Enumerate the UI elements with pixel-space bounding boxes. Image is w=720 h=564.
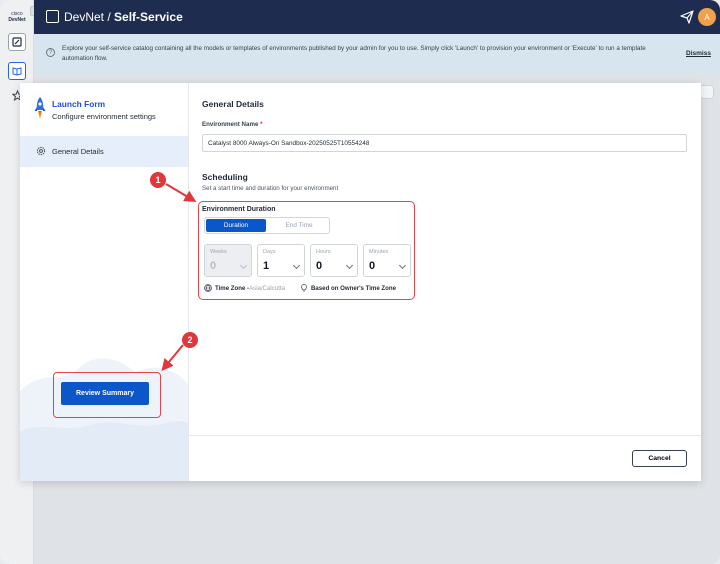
- days-label: Days: [263, 249, 276, 255]
- nav-item-label: General Details: [52, 147, 104, 156]
- weeks-select: Weeks 0: [204, 244, 252, 277]
- book-icon: [12, 67, 22, 76]
- modal-sidebar: Launch Form Configure environment settin…: [20, 83, 189, 481]
- cancel-button[interactable]: Cancel: [632, 450, 687, 467]
- env-name-input[interactable]: Catalyst 8000 Always-On Sandbox-20250525…: [202, 134, 687, 152]
- launch-form-subtitle: Configure environment settings: [52, 112, 156, 121]
- general-details-heading: General Details: [202, 99, 264, 109]
- duration-toggle: Duration End Time: [204, 217, 330, 234]
- lightbulb-icon: [301, 284, 307, 292]
- owner-timezone-text: Based on Owner's Time Zone: [311, 284, 396, 292]
- launch-form-title: Launch Form: [52, 99, 106, 109]
- required-mark: *: [260, 121, 263, 128]
- hours-label: Hours: [316, 249, 331, 255]
- review-summary-button[interactable]: Review Summary: [61, 382, 149, 405]
- globe-icon: [204, 284, 212, 292]
- tab-duration[interactable]: Duration: [206, 219, 266, 232]
- rail-book-button[interactable]: [8, 62, 26, 80]
- rail-catalog-button[interactable]: [8, 33, 26, 51]
- title-separator: /: [104, 10, 115, 24]
- annotation-marker-2: 2: [182, 332, 198, 348]
- days-value: 1: [263, 260, 270, 272]
- chevron-down-icon: [239, 261, 248, 270]
- page-title: DevNet / Self-Service: [64, 10, 183, 24]
- modal-main: General Details Environment Name * Catal…: [189, 83, 701, 481]
- minutes-select[interactable]: Minutes 0: [363, 244, 411, 277]
- top-header: DevNet / Self-Service A: [34, 0, 720, 34]
- minutes-value: 0: [369, 260, 376, 272]
- timezone-value: Asia/Calcutta: [249, 284, 285, 292]
- dismiss-link[interactable]: Dismiss: [686, 50, 711, 57]
- hours-value: 0: [316, 260, 323, 272]
- logo-bottom-text: DevNet: [8, 17, 26, 23]
- app-frame: cisco DevNet DevNet / Self-Service A ? E…: [0, 0, 720, 564]
- title-app: DevNet: [64, 10, 105, 24]
- days-select[interactable]: Days 1: [257, 244, 305, 277]
- duration-heading: Environment Duration: [202, 206, 276, 213]
- timezone-label: Time Zone -: [215, 284, 250, 292]
- catalog-icon: [12, 37, 22, 47]
- info-banner: ? Explore your self-service catalog cont…: [34, 34, 720, 74]
- help-icon: ?: [46, 48, 55, 57]
- hours-select[interactable]: Hours 0: [310, 244, 358, 277]
- rocket-icon: [34, 97, 46, 119]
- scheduling-description: Set a start time and duration for your e…: [202, 185, 339, 192]
- user-avatar[interactable]: A: [698, 8, 716, 26]
- devnet-logo: cisco DevNet: [4, 6, 30, 28]
- footer-divider: [189, 435, 701, 436]
- weeks-label: Weeks: [210, 249, 227, 255]
- weeks-value: 0: [210, 260, 217, 272]
- timezone-info: Time Zone - Asia/Calcutta: [204, 284, 285, 292]
- tab-end-time[interactable]: End Time: [269, 219, 329, 232]
- banner-text: Explore your self-service catalog contai…: [62, 45, 646, 62]
- env-name-label: Environment Name *: [202, 121, 263, 128]
- background-dropdown: [700, 85, 714, 99]
- launch-form-modal: Launch Form Configure environment settin…: [20, 83, 701, 481]
- chevron-down-icon: [292, 261, 301, 270]
- env-name-label-text: Environment Name: [202, 121, 259, 128]
- title-section: Self-Service: [114, 10, 183, 24]
- send-icon[interactable]: [680, 10, 694, 24]
- owner-timezone-note: Based on Owner's Time Zone: [301, 284, 396, 292]
- app-icon: [46, 10, 59, 23]
- minutes-label: Minutes: [369, 249, 389, 255]
- scheduling-heading: Scheduling: [202, 172, 248, 182]
- gear-icon: [36, 146, 46, 156]
- annotation-marker-1: 1: [150, 172, 166, 188]
- chevron-down-icon: [398, 261, 407, 270]
- chevron-down-icon: [345, 261, 354, 270]
- nav-item-general-details[interactable]: General Details: [20, 136, 188, 167]
